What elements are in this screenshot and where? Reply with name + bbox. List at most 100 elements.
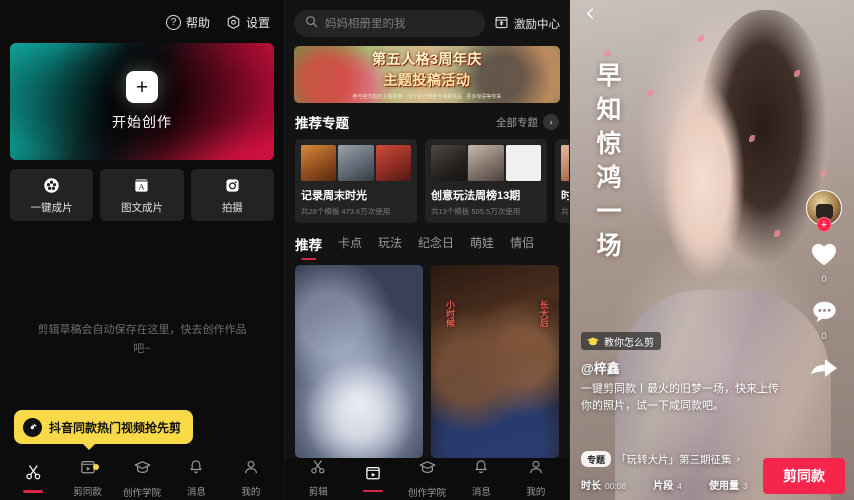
help-button[interactable]: ? 帮助 [165, 14, 210, 31]
topic-subtitle: 共28个模板 473.6万次使用 [301, 207, 391, 216]
template-feed-card[interactable]: 小时候 长大后 [431, 265, 559, 458]
template-feed-card[interactable] [295, 265, 423, 458]
feed-card-overlay-left: 小时候 [445, 299, 456, 327]
chevron-left-icon [584, 7, 597, 25]
sidebar-item-edit[interactable] [6, 458, 60, 498]
stat-value: 00:08 [605, 481, 627, 491]
topic-subtitle: 共13个模板 505.5万次使用 [431, 207, 521, 216]
sidebar-label-profile: 我的 [241, 487, 261, 498]
bell-icon [472, 458, 490, 481]
graduation-cap-icon [586, 335, 600, 347]
collection-chip: 专题 [581, 451, 612, 467]
nav-label-profile: 我的 [526, 487, 546, 498]
video-action-rail: + 0 0 [806, 190, 842, 395]
templates-header: 激励中心 [285, 0, 569, 44]
tab-anniversary[interactable]: 纪念日 [418, 234, 454, 260]
stat-label: 使用量 [709, 481, 740, 492]
stat-label: 片段 [653, 481, 674, 492]
video-vertical-title: 早知惊鸿一场 [593, 62, 620, 266]
recommended-topics-header: 推荐专题 全部专题 › [285, 103, 569, 139]
tab-kids[interactable]: 萌娃 [470, 234, 494, 260]
stat-value: 4 [677, 481, 683, 491]
tiktok-tip-bubble[interactable]: 抖音同款热门视频抢先剪 [14, 410, 194, 450]
sidebar-label-templates: 剪同款 [73, 487, 102, 498]
incentive-center-button[interactable]: 激励中心 [494, 15, 560, 33]
tab-gameplay[interactable]: 玩法 [378, 234, 402, 260]
like-button[interactable]: 0 [810, 242, 838, 285]
nav-item-templates[interactable] [345, 458, 399, 498]
film-reel-icon [42, 176, 61, 195]
teach-badge[interactable]: 教你怎么剪 [581, 332, 661, 350]
record-label: 拍摄 [221, 201, 243, 214]
quick-actions: 一键成片 A 图文成片 拍摄 [10, 169, 274, 221]
nav-item-edit[interactable]: 剪辑 [291, 458, 345, 498]
collection-link[interactable]: 专题 「玩转大片」第三期征集 › [581, 451, 740, 467]
banner-line3: 参与官方指定主题投稿 · 瓜分百万现金与海量奖品 · 更多惊喜等你来 [352, 94, 502, 100]
thumbnail [338, 145, 374, 181]
stat-duration: 时长 00:08 [581, 477, 626, 492]
settings-button[interactable]: 设置 [226, 14, 270, 31]
share-arrow-icon [809, 356, 839, 387]
nav-item-profile[interactable]: 我的 [509, 458, 563, 498]
category-tabs: 推荐 卡点 玩法 纪念日 萌娃 情侣 [285, 223, 569, 260]
video-description: 一键剪同款丨最火的旧梦一场，快来上传你的照片，试一下咸同款吧。 [581, 383, 779, 413]
template-play-icon [364, 464, 382, 487]
drafts-panel: ? 帮助 设置 + 开始创作 一键成片 A 图文成片 拍摄 剪辑草稿会自动保存在… [0, 0, 285, 500]
person-icon [527, 458, 545, 481]
video-frame-subject [655, 80, 752, 290]
use-template-button[interactable]: 剪同款 [763, 458, 845, 494]
nav-label-messages: 消息 [471, 487, 491, 498]
topic-card[interactable]: 时 共387 [555, 139, 569, 223]
app-root: ? 帮助 设置 + 开始创作 一键成片 A 图文成片 拍摄 剪辑草稿会自动保存在… [0, 0, 854, 500]
promo-banner[interactable]: 第五人格3周年庆 主题投稿活动 参与官方指定主题投稿 · 瓜分百万现金与海量奖品… [294, 46, 560, 103]
thumbnail [505, 145, 541, 181]
settings-label: 设置 [245, 16, 270, 30]
sidebar-item-academy[interactable]: 创作学院 [115, 458, 169, 499]
topic-thumbnails [431, 145, 541, 181]
feed-card-overlay-right: 长大后 [538, 299, 549, 327]
video-username[interactable]: @梓鑫 [581, 358, 620, 377]
tab-couple[interactable]: 情侣 [510, 234, 534, 260]
avatar[interactable]: + [806, 190, 842, 232]
text-to-video-button[interactable]: A 图文成片 [100, 169, 184, 221]
start-creating-card[interactable]: + 开始创作 [10, 43, 274, 160]
graduation-cap-icon [133, 458, 152, 482]
sidebar-item-messages[interactable]: 消息 [169, 458, 223, 498]
topic-subtitle: 共387 [561, 207, 569, 216]
sidebar-label-academy: 创作学院 [123, 487, 162, 499]
all-topics-label: 全部专题 [496, 116, 538, 129]
topic-thumbnails [561, 145, 569, 181]
sidebar-item-profile[interactable]: 我的 [224, 458, 278, 498]
nav-item-messages[interactable]: 消息 [454, 458, 508, 498]
templates-bottom-nav: 剪辑 创作学院 消息 我的 [285, 458, 569, 500]
thumbnail [375, 145, 411, 181]
sidebar-item-templates[interactable]: 剪同款 [60, 458, 114, 498]
search-input[interactable] [325, 17, 474, 30]
comment-button[interactable]: 0 [811, 299, 838, 342]
share-button[interactable] [809, 356, 839, 387]
nav-item-academy[interactable]: 创作学院 [400, 458, 454, 499]
topic-name: 记录周末时光 [301, 190, 367, 202]
tab-beat[interactable]: 卡点 [338, 234, 362, 260]
all-topics-button[interactable]: 全部专题 › [496, 114, 559, 130]
comment-count: 0 [821, 331, 827, 342]
petal-decoration [646, 90, 653, 97]
banner-line1: 第五人格3周年庆 [372, 51, 482, 67]
tiktok-note-icon [23, 417, 42, 437]
topic-card[interactable]: 记录周末时光 共28个模板 473.6万次使用 [295, 139, 417, 223]
active-indicator [362, 489, 383, 493]
follow-plus-icon[interactable]: + [816, 217, 832, 232]
drafts-header: ? 帮助 设置 [0, 0, 284, 39]
plus-icon: + [126, 71, 158, 103]
topic-card[interactable]: 创意玩法周榜13期 共13个模板 505.5万次使用 [425, 139, 547, 223]
person-icon [242, 458, 260, 481]
back-button[interactable] [580, 6, 600, 26]
bell-icon [187, 458, 205, 481]
comment-icon [811, 299, 838, 330]
record-button[interactable]: 拍摄 [190, 169, 274, 221]
one-click-film-button[interactable]: 一键成片 [10, 169, 94, 221]
tab-recommend[interactable]: 推荐 [295, 234, 322, 260]
graduation-cap-icon [418, 458, 437, 482]
search-box[interactable] [294, 10, 485, 37]
sidebar-label-messages: 消息 [186, 487, 206, 498]
